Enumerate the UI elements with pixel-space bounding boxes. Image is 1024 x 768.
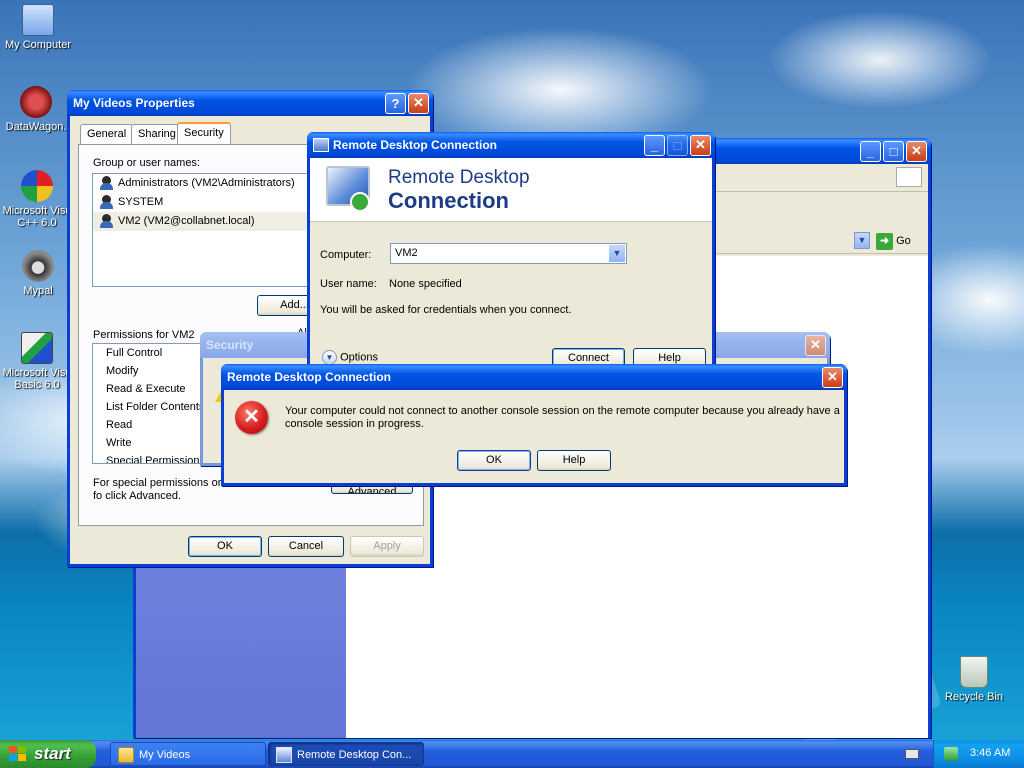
user-name-value: None specified — [389, 278, 462, 290]
datawagon-icon — [20, 86, 52, 118]
options-toggle[interactable]: ▼ Options — [322, 350, 378, 365]
tab-sharing[interactable]: Sharing — [131, 124, 183, 144]
minimize-button[interactable]: _ — [644, 134, 665, 156]
desktop-icon-datawagon[interactable]: DataWagon. — [0, 86, 74, 133]
desktop-icon-label: DataWagon. — [5, 121, 67, 133]
rdc-monitor-icon — [326, 166, 370, 212]
close-button[interactable]: ✕ — [822, 366, 843, 388]
go-label: Go — [896, 235, 911, 247]
user-icon — [99, 214, 115, 229]
start-label: start — [34, 744, 71, 763]
apply-button[interactable]: Apply — [350, 536, 424, 557]
list-item: Read — [106, 419, 133, 431]
taskbar: start My Videos Remote Desktop Con... 3:… — [0, 740, 1024, 768]
desktop-icon-label: Microsoft Visu Basic 6.0 — [2, 367, 72, 391]
close-button[interactable]: ✕ — [906, 140, 927, 162]
permissions-label: Permissions for VM2 — [93, 329, 195, 341]
desktop: My Computer DataWagon. Microsoft Visu C+… — [0, 0, 1024, 749]
folder-icon — [118, 747, 134, 763]
computer-label: Computer: — [320, 249, 372, 261]
keyboard-icon[interactable] — [905, 749, 919, 759]
error-message: Your computer could not connect to anoth… — [285, 405, 840, 430]
rdc-window: Remote Desktop Connection _ □ ✕ Remote D… — [307, 132, 715, 369]
raccoon-icon — [22, 250, 54, 282]
maximize-button: □ — [667, 134, 688, 156]
user-group-icon — [99, 195, 115, 210]
tab-security[interactable]: Security — [177, 122, 231, 144]
taskbar-item-label: My Videos — [139, 749, 191, 761]
chevron-down-icon[interactable]: ▼ — [609, 245, 625, 262]
go-arrow-icon: ➜ — [876, 232, 893, 250]
computer-combobox[interactable]: VM2 ▼ — [390, 243, 627, 264]
group-label: Group or user names: — [93, 157, 200, 169]
desktop-icon-recycle-bin[interactable]: Recycle Bin — [936, 656, 1012, 703]
user-name-label: User name: — [320, 278, 377, 290]
list-item: Full Control — [106, 347, 163, 359]
tab-general[interactable]: General — [80, 124, 134, 144]
credentials-info: You will be asked for credentials when y… — [320, 304, 572, 316]
start-button[interactable]: start — [0, 740, 96, 768]
recycle-bin-icon — [960, 656, 988, 688]
rdc-banner-title-2: Connection — [388, 188, 509, 213]
computer-icon — [22, 4, 54, 36]
error-dialog: Remote Desktop Connection ✕ ✕ Your compu… — [221, 364, 847, 486]
clock[interactable]: 3:46 AM — [970, 747, 1010, 759]
special-permissions-text: For special permissions or fo click Adva… — [93, 477, 222, 502]
error-title: Remote Desktop Connection — [227, 370, 392, 384]
list-item: Modify — [106, 365, 139, 377]
close-button[interactable]: ✕ — [690, 134, 711, 156]
windows-logo-icon — [896, 167, 922, 187]
close-button[interactable]: ✕ — [408, 92, 429, 114]
user-group-icon — [99, 176, 115, 191]
list-item: Special Permissions — [106, 455, 206, 464]
desktop-icon-visual-cpp[interactable]: Microsoft Visu C++ 6.0 — [0, 170, 76, 229]
address-dropdown-button[interactable]: ▼ — [854, 232, 870, 249]
desktop-icon-label: Microsoft Visu C++ 6.0 — [2, 205, 72, 229]
rdc-banner-title-1: Remote Desktop — [388, 167, 530, 188]
close-button[interactable]: ✕ — [805, 334, 826, 356]
properties-title: My Videos Properties — [73, 96, 195, 110]
visual-basic-icon — [21, 332, 53, 364]
list-item: List Folder Contents — [106, 401, 205, 413]
rdc-title: Remote Desktop Connection — [333, 138, 498, 152]
help-button[interactable]: Help — [537, 450, 611, 471]
taskbar-item-my-videos[interactable]: My Videos — [110, 742, 266, 766]
taskbar-item-label: Remote Desktop Con... — [297, 749, 412, 761]
desktop-icon-label: My Computer — [4, 39, 72, 51]
error-icon: ✕ — [235, 401, 268, 434]
desktop-icon-mypal[interactable]: Mypal — [0, 250, 76, 297]
minimize-button[interactable]: _ — [860, 140, 881, 162]
windows-logo-icon — [9, 746, 27, 762]
rdc-app-icon — [276, 747, 292, 763]
desktop-icon-label: Mypal — [23, 285, 53, 297]
rdc-banner: Remote Desktop Connection — [310, 158, 712, 222]
ok-button[interactable]: OK — [188, 536, 262, 557]
list-item: Read & Execute — [106, 383, 186, 395]
go-button[interactable]: ➜ Go — [876, 231, 922, 251]
list-item: Write — [106, 437, 132, 449]
maximize-button[interactable]: □ — [883, 140, 904, 162]
ok-button[interactable]: OK — [457, 450, 531, 471]
computer-value: VM2 — [395, 247, 418, 259]
system-tray: 3:46 AM — [933, 740, 1024, 768]
visual-cpp-icon — [21, 170, 53, 202]
help-button[interactable]: ? — [385, 92, 406, 114]
desktop-icon-visual-basic[interactable]: Microsoft Visu Basic 6.0 — [0, 332, 76, 391]
options-label: Options — [340, 351, 378, 364]
network-icon[interactable] — [944, 747, 958, 761]
desktop-icon-my-computer[interactable]: My Computer — [0, 4, 76, 51]
cancel-button[interactable]: Cancel — [268, 536, 344, 557]
chevron-down-icon: ▼ — [322, 350, 337, 365]
rdc-app-icon — [313, 138, 329, 152]
taskbar-item-rdc[interactable]: Remote Desktop Con... — [268, 742, 424, 766]
permissions-list[interactable]: Full Control Modify Read & Execute List … — [92, 343, 212, 464]
rdc-connect-badge-icon — [350, 192, 370, 212]
desktop-icon-label: Recycle Bin — [944, 691, 1004, 703]
